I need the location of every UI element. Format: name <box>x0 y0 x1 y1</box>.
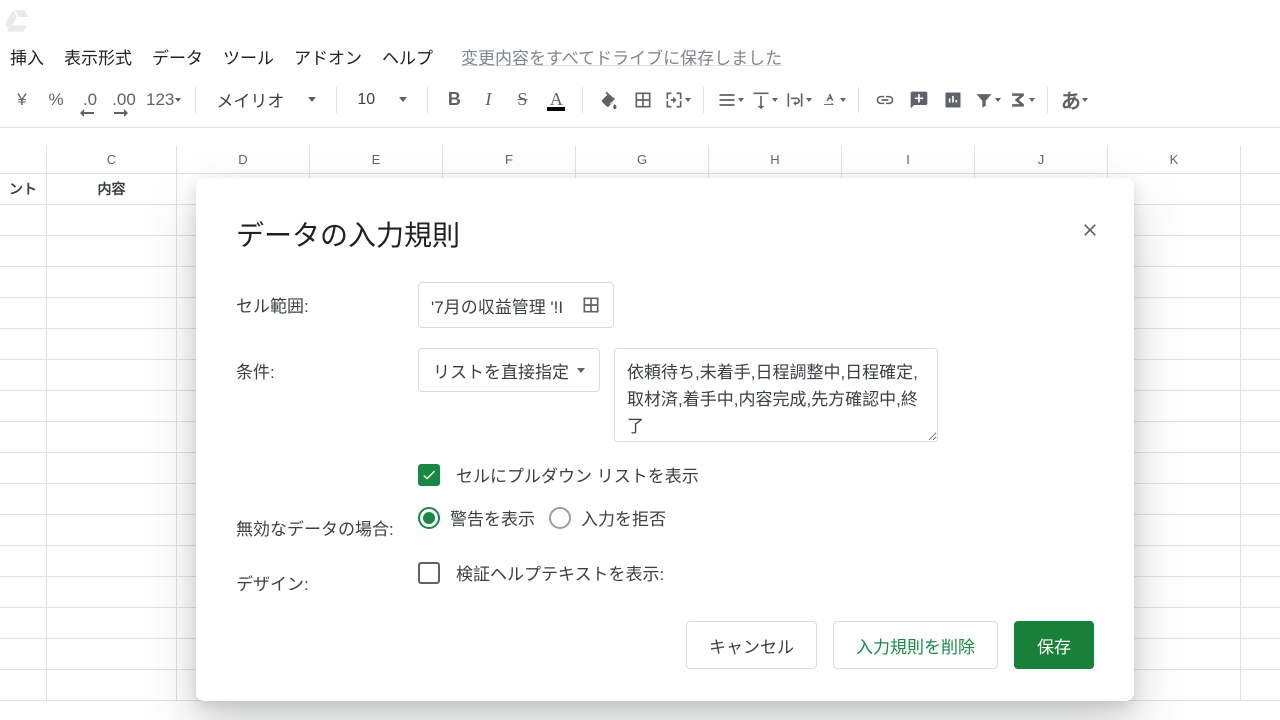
drive-icon <box>4 6 32 34</box>
cell-range-input[interactable] <box>431 295 571 315</box>
menu-insert[interactable]: 挿入 <box>0 40 54 73</box>
col-header[interactable]: K <box>1108 146 1241 173</box>
save-status: 変更内容をすべてドライブに保存しました <box>461 44 782 69</box>
col-header[interactable]: C <box>47 146 177 173</box>
row-condition: 条件: リストを直接指定 <box>236 348 1094 442</box>
insert-link-button[interactable] <box>869 84 901 116</box>
dialog-title: データの入力規則 <box>236 214 1094 254</box>
radio-show-warning-label: 警告を表示 <box>450 505 535 530</box>
fill-color-button[interactable] <box>593 84 625 116</box>
filter-button[interactable] <box>971 84 1003 116</box>
row-invalid-data: 無効なデータの場合: 警告を表示 入力を拒否 <box>236 505 1094 540</box>
separator <box>582 87 583 113</box>
col-header[interactable]: J <box>975 146 1108 173</box>
col-header[interactable]: D <box>177 146 310 173</box>
separator <box>195 87 196 113</box>
separator <box>427 87 428 113</box>
cell[interactable]: ント <box>0 174 47 204</box>
menubar: 挿入 表示形式 データ ツール アドオン ヘルプ 変更内容をすべてドライブに保存… <box>0 40 1280 72</box>
borders-button[interactable] <box>627 84 659 116</box>
cancel-button[interactable]: キャンセル <box>686 621 817 669</box>
text-color-swatch <box>547 107 565 111</box>
show-dropdown-checkbox[interactable] <box>418 464 440 486</box>
topbar <box>0 0 1280 40</box>
increase-decimal-button[interactable]: .00 <box>108 84 140 116</box>
radio-reject-input[interactable] <box>549 507 571 529</box>
col-header[interactable]: H <box>709 146 842 173</box>
functions-button[interactable] <box>1005 84 1037 116</box>
menu-help[interactable]: ヘルプ <box>372 40 443 73</box>
help-text-label: 検証ヘルプテキストを表示: <box>456 560 664 585</box>
more-formats-button[interactable]: 123 <box>142 84 185 116</box>
select-range-icon[interactable] <box>581 295 601 315</box>
text-rotation-button[interactable] <box>816 84 848 116</box>
text-color-button[interactable]: A <box>540 84 572 116</box>
col-header[interactable]: F <box>443 146 576 173</box>
row-design: デザイン: 検証ヘルプテキストを表示: <box>236 560 1094 595</box>
cell-range-wrapper <box>418 282 614 328</box>
menu-data[interactable]: データ <box>142 40 213 73</box>
radio-show-warning[interactable] <box>418 507 440 529</box>
separator <box>703 87 704 113</box>
separator <box>858 87 859 113</box>
currency-format-button[interactable]: ¥ <box>6 84 38 116</box>
font-family-select[interactable]: メイリオ <box>206 87 326 112</box>
percent-format-button[interactable]: % <box>40 84 72 116</box>
col-header[interactable]: I <box>842 146 975 173</box>
text-wrap-button[interactable] <box>782 84 814 116</box>
toolbar: ¥ % .0 .00 123 メイリオ 10 B I S A あ <box>0 72 1280 128</box>
v-align-button[interactable] <box>748 84 780 116</box>
insert-comment-button[interactable] <box>903 84 935 116</box>
condition-type-select[interactable]: リストを直接指定 <box>418 348 600 392</box>
col-header[interactable]: E <box>310 146 443 173</box>
merge-cells-button[interactable] <box>661 84 693 116</box>
cell[interactable]: 内容 <box>47 174 177 204</box>
separator <box>1047 87 1048 113</box>
chevron-down-icon <box>577 368 585 373</box>
radio-reject-input-label: 入力を拒否 <box>581 505 666 530</box>
col-header[interactable]: G <box>576 146 709 173</box>
menu-format[interactable]: 表示形式 <box>54 40 142 73</box>
input-method-button[interactable]: あ <box>1058 84 1090 116</box>
label-cell-range: セル範囲: <box>236 282 418 317</box>
label-condition: 条件: <box>236 348 418 383</box>
decrease-decimal-button[interactable]: .0 <box>74 84 106 116</box>
show-dropdown-label: セルにプルダウン リストを表示 <box>456 462 699 487</box>
h-align-button[interactable] <box>714 84 746 116</box>
column-headers: C D E F G H I J K <box>0 146 1280 174</box>
help-text-checkbox[interactable] <box>418 562 440 584</box>
save-button[interactable]: 保存 <box>1014 621 1094 669</box>
corner-cell[interactable] <box>0 146 47 173</box>
radio-warn-group: 警告を表示 <box>418 505 535 530</box>
close-button[interactable] <box>1074 214 1106 246</box>
font-size-select[interactable]: 10 <box>347 91 417 109</box>
menu-addons[interactable]: アドオン <box>284 40 372 73</box>
strikethrough-button[interactable]: S <box>506 84 538 116</box>
menu-tools[interactable]: ツール <box>213 40 284 73</box>
remove-validation-button[interactable]: 入力規則を削除 <box>833 621 998 669</box>
separator <box>336 87 337 113</box>
label-design: デザイン: <box>236 560 418 595</box>
list-items-input[interactable] <box>614 348 938 442</box>
dialog-footer: キャンセル 入力規則を削除 保存 <box>686 621 1094 669</box>
italic-button[interactable]: I <box>472 84 504 116</box>
bold-button[interactable]: B <box>438 84 470 116</box>
label-invalid-data: 無効なデータの場合: <box>236 505 418 540</box>
radio-reject-group: 入力を拒否 <box>549 505 666 530</box>
data-validation-dialog: データの入力規則 セル範囲: 条件: リストを直接指定 セルにプ <box>196 178 1134 701</box>
row-cell-range: セル範囲: <box>236 282 1094 328</box>
insert-chart-button[interactable] <box>937 84 969 116</box>
row-show-dropdown: セルにプルダウン リストを表示 <box>236 462 1094 487</box>
